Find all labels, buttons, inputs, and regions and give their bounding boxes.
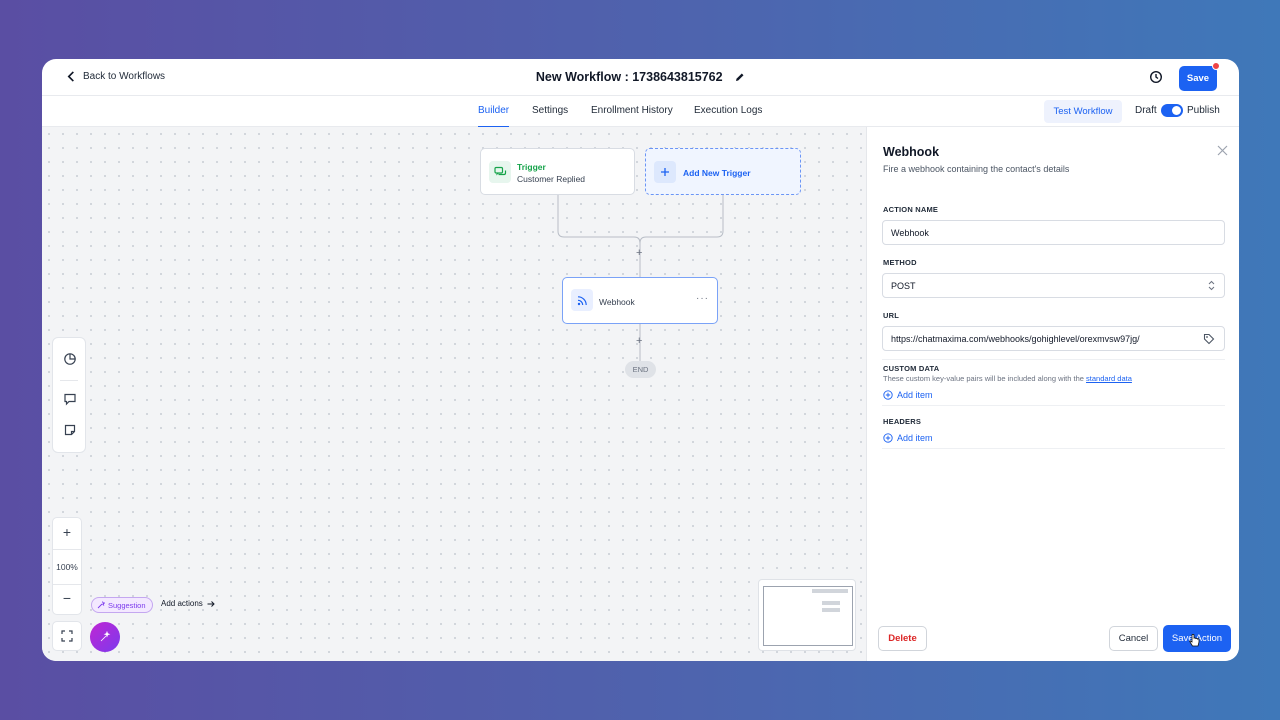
publish-toggle[interactable] [1161, 104, 1183, 117]
headers-add-item-button[interactable]: Add item [883, 433, 933, 443]
select-arrows-icon [1208, 280, 1215, 291]
save-button[interactable]: Save [1179, 62, 1220, 91]
url-label: URL [883, 311, 900, 320]
plus-circle-icon [883, 433, 893, 443]
cancel-label: Cancel [1118, 633, 1149, 644]
suggestion-badge[interactable]: Suggestion [91, 597, 153, 613]
pie-chart-icon[interactable] [63, 352, 77, 366]
expand-icon [61, 630, 73, 642]
magic-wand-icon [97, 601, 105, 609]
workflow-window: Back to Workflows New Workflow : 1738643… [42, 59, 1239, 661]
custom-data-note: These custom key-value pairs will be inc… [883, 374, 1132, 383]
chat-bubbles-icon [489, 161, 511, 183]
workflow-canvas[interactable]: Trigger Customer Replied Add New Trigger… [42, 127, 866, 661]
rss-icon [571, 289, 593, 311]
tab-execution-logs[interactable]: Execution Logs [694, 105, 762, 116]
minimap-node [812, 589, 848, 593]
unsaved-dot [1212, 62, 1220, 70]
zoom-divider [53, 549, 81, 550]
trigger-label: Trigger [517, 162, 546, 172]
webhook-node-label: Webhook [599, 297, 635, 307]
panel-title: Webhook [883, 145, 940, 159]
section-divider [882, 448, 1225, 449]
custom-data-label: CUSTOM DATA [883, 364, 940, 373]
standard-data-link[interactable]: standard data [1086, 374, 1132, 383]
publish-label: Publish [1187, 105, 1220, 116]
sticky-note-icon[interactable] [63, 423, 77, 437]
zoom-level: 100% [56, 562, 78, 572]
end-label: END [632, 365, 649, 374]
action-settings-panel: Webhook Fire a webhook containing the co… [866, 127, 1239, 661]
add-step-plus-button[interactable]: + [636, 247, 642, 259]
test-workflow-button[interactable]: Test Workflow [1044, 100, 1122, 123]
suggestion-label: Suggestion [108, 600, 146, 610]
comment-icon[interactable] [63, 392, 77, 406]
action-name-value: Webhook [891, 227, 929, 238]
workflow-title[interactable]: New Workflow : 1738643815762 [42, 70, 1239, 85]
plus-circle-icon [883, 390, 893, 400]
zoom-divider [53, 584, 81, 585]
tabs-bar: Builder Settings Enrollment History Exec… [42, 96, 1239, 128]
add-trigger-label: Add New Trigger [683, 168, 751, 178]
action-name-input[interactable]: Webhook [882, 220, 1225, 245]
minimap-viewport [763, 586, 853, 646]
cancel-button[interactable]: Cancel [1109, 626, 1158, 651]
plus-icon [654, 161, 676, 183]
url-input[interactable]: https://chatmaxima.com/webhooks/gohighle… [882, 326, 1225, 351]
custom-data-add-item-button[interactable]: Add item [883, 390, 933, 400]
method-label: METHOD [883, 258, 917, 267]
minimap-node [822, 608, 840, 612]
save-label: Save [1186, 73, 1210, 84]
delete-label: Delete [888, 633, 917, 644]
test-workflow-label: Test Workflow [1053, 106, 1113, 117]
tab-builder[interactable]: Builder [478, 105, 510, 128]
pointer-cursor-icon [1189, 634, 1200, 647]
url-value: https://chatmaxima.com/webhooks/gohighle… [891, 333, 1140, 344]
fit-view-button[interactable] [52, 621, 82, 651]
headers-label: HEADERS [883, 417, 922, 426]
tab-settings[interactable]: Settings [532, 105, 568, 116]
add-actions-link[interactable]: Add actions [161, 599, 215, 608]
trigger-node[interactable]: Trigger Customer Replied [480, 148, 635, 195]
top-bar: Back to Workflows New Workflow : 1738643… [42, 59, 1239, 96]
delete-button[interactable]: Delete [878, 626, 927, 651]
trigger-subtitle: Customer Replied [517, 174, 586, 184]
section-divider [882, 359, 1225, 360]
add-item-label: Add item [897, 390, 933, 400]
zoom-in-button[interactable]: + [53, 524, 81, 540]
minimap[interactable] [758, 579, 856, 651]
arrow-right-icon [207, 600, 215, 607]
section-divider [882, 405, 1225, 406]
add-actions-label: Add actions [161, 599, 203, 608]
panel-subtitle: Fire a webhook containing the contact's … [883, 164, 1070, 174]
add-item-label: Add item [897, 433, 933, 443]
ai-assistant-button[interactable] [90, 622, 120, 652]
connector-lines [557, 195, 724, 361]
tab-enrollment-history[interactable]: Enrollment History [591, 105, 673, 116]
zoom-controls: + 100% − [52, 517, 82, 615]
workflow-title-text: New Workflow : 1738643815762 [535, 70, 723, 84]
custom-data-note-text: These custom key-value pairs will be inc… [883, 374, 1084, 383]
history-icon[interactable] [1149, 70, 1163, 84]
add-step-plus-button[interactable]: + [636, 335, 642, 347]
method-select[interactable]: POST [882, 273, 1225, 298]
action-name-label: ACTION NAME [883, 205, 939, 214]
toolbar-divider [60, 380, 78, 381]
add-trigger-node[interactable]: Add New Trigger [645, 148, 801, 195]
pencil-icon[interactable] [735, 71, 745, 85]
method-value: POST [891, 280, 916, 291]
node-menu-icon[interactable]: ··· [696, 293, 709, 304]
left-toolbar [52, 337, 86, 453]
minimap-node [822, 601, 840, 605]
draft-label: Draft [1135, 105, 1157, 116]
end-marker: END [625, 361, 656, 378]
zoom-out-button[interactable]: − [53, 590, 81, 606]
close-icon[interactable] [1217, 145, 1228, 156]
tag-icon[interactable] [1203, 333, 1215, 345]
sparkle-icon [100, 631, 111, 642]
webhook-node[interactable]: Webhook ··· [562, 277, 718, 324]
